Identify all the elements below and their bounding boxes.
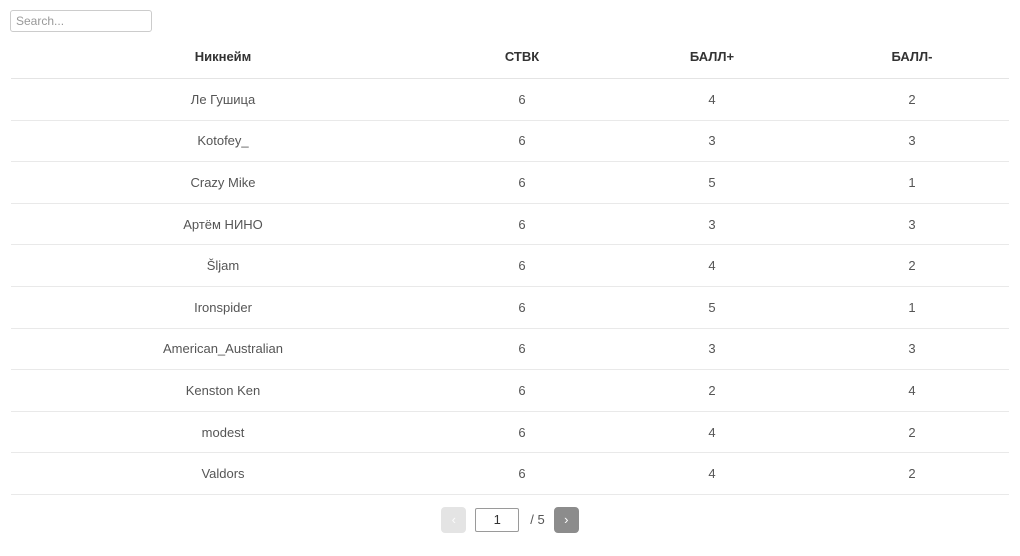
cell-nickname: modest — [11, 411, 435, 454]
pagination: ‹ / 5 › — [0, 506, 1020, 533]
cell-nickname: Valdors — [11, 452, 435, 495]
cell-nickname: Ле Гушица — [11, 78, 435, 121]
cell-score-minus: 2 — [815, 244, 1009, 287]
table-row[interactable]: Kenston Ken 6 2 4 — [11, 369, 1009, 412]
cell-nickname: Šljam — [11, 244, 435, 287]
cell-stvk: 6 — [435, 120, 609, 163]
table-header: Никнейм СТВК БАЛЛ+ БАЛЛ- — [11, 49, 1009, 79]
table-row[interactable]: Valdors 6 4 2 — [11, 452, 1009, 495]
next-page-button[interactable]: › — [553, 506, 579, 533]
cell-score-minus: 4 — [815, 369, 1009, 412]
table-row[interactable]: Артём НИНО 6 3 3 — [11, 203, 1009, 246]
cell-stvk: 6 — [435, 411, 609, 454]
cell-score-minus: 1 — [815, 161, 1009, 204]
cell-stvk: 6 — [435, 203, 609, 246]
column-header-nickname[interactable]: Никнейм — [11, 49, 435, 79]
previous-page-button[interactable]: ‹ — [441, 506, 467, 533]
cell-score-minus: 1 — [815, 286, 1009, 329]
cell-score-minus: 3 — [815, 120, 1009, 163]
cell-score-plus: 3 — [609, 120, 815, 163]
cell-stvk: 6 — [435, 161, 609, 204]
cell-score-minus: 2 — [815, 78, 1009, 121]
table-row[interactable]: Kotofey_ 6 3 3 — [11, 120, 1009, 163]
cell-nickname: Kenston Ken — [11, 369, 435, 412]
cell-score-minus: 2 — [815, 411, 1009, 454]
table-body: Ле Гушица 6 4 2 Kotofey_ 6 3 3 Crazy Mik… — [11, 78, 1009, 495]
cell-stvk: 6 — [435, 452, 609, 495]
cell-score-minus: 3 — [815, 328, 1009, 371]
search-bar — [0, 0, 1020, 32]
column-header-score-plus[interactable]: БАЛЛ+ — [609, 49, 815, 79]
cell-score-plus: 2 — [609, 369, 815, 412]
table-header-row: Никнейм СТВК БАЛЛ+ БАЛЛ- — [11, 49, 1009, 79]
cell-nickname: Kotofey_ — [11, 120, 435, 163]
cell-score-minus: 3 — [815, 203, 1009, 246]
cell-score-plus: 3 — [609, 328, 815, 371]
page-number-input[interactable] — [475, 507, 520, 532]
cell-stvk: 6 — [435, 244, 609, 287]
table-row[interactable]: Šljam 6 4 2 — [11, 244, 1009, 287]
table-row[interactable]: American_Australian 6 3 3 — [11, 328, 1009, 371]
cell-score-plus: 4 — [609, 78, 815, 121]
cell-nickname: Артём НИНО — [11, 203, 435, 246]
total-pages-label: / 5 — [530, 512, 545, 528]
cell-score-minus: 2 — [815, 452, 1009, 495]
cell-score-plus: 3 — [609, 203, 815, 246]
cell-nickname: American_Australian — [11, 328, 435, 371]
cell-nickname: Crazy Mike — [11, 161, 435, 204]
cell-stvk: 6 — [435, 328, 609, 371]
leaderboard-table-container: Никнейм СТВК БАЛЛ+ БАЛЛ- Ле Гушица 6 4 2… — [11, 49, 1009, 495]
cell-stvk: 6 — [435, 369, 609, 412]
search-input[interactable] — [10, 10, 152, 32]
table-row[interactable]: modest 6 4 2 — [11, 411, 1009, 454]
cell-stvk: 6 — [435, 78, 609, 121]
table-row[interactable]: Ле Гушица 6 4 2 — [11, 78, 1009, 121]
table-row[interactable]: Crazy Mike 6 5 1 — [11, 161, 1009, 204]
column-header-score-minus[interactable]: БАЛЛ- — [815, 49, 1009, 79]
cell-score-plus: 4 — [609, 244, 815, 287]
cell-nickname: Ironspider — [11, 286, 435, 329]
cell-score-plus: 5 — [609, 286, 815, 329]
cell-score-plus: 4 — [609, 411, 815, 454]
leaderboard-table: Никнейм СТВК БАЛЛ+ БАЛЛ- Ле Гушица 6 4 2… — [11, 49, 1009, 495]
column-header-stvk[interactable]: СТВК — [435, 49, 609, 79]
table-row[interactable]: Ironspider 6 5 1 — [11, 286, 1009, 329]
cell-score-plus: 5 — [609, 161, 815, 204]
cell-score-plus: 4 — [609, 452, 815, 495]
cell-stvk: 6 — [435, 286, 609, 329]
